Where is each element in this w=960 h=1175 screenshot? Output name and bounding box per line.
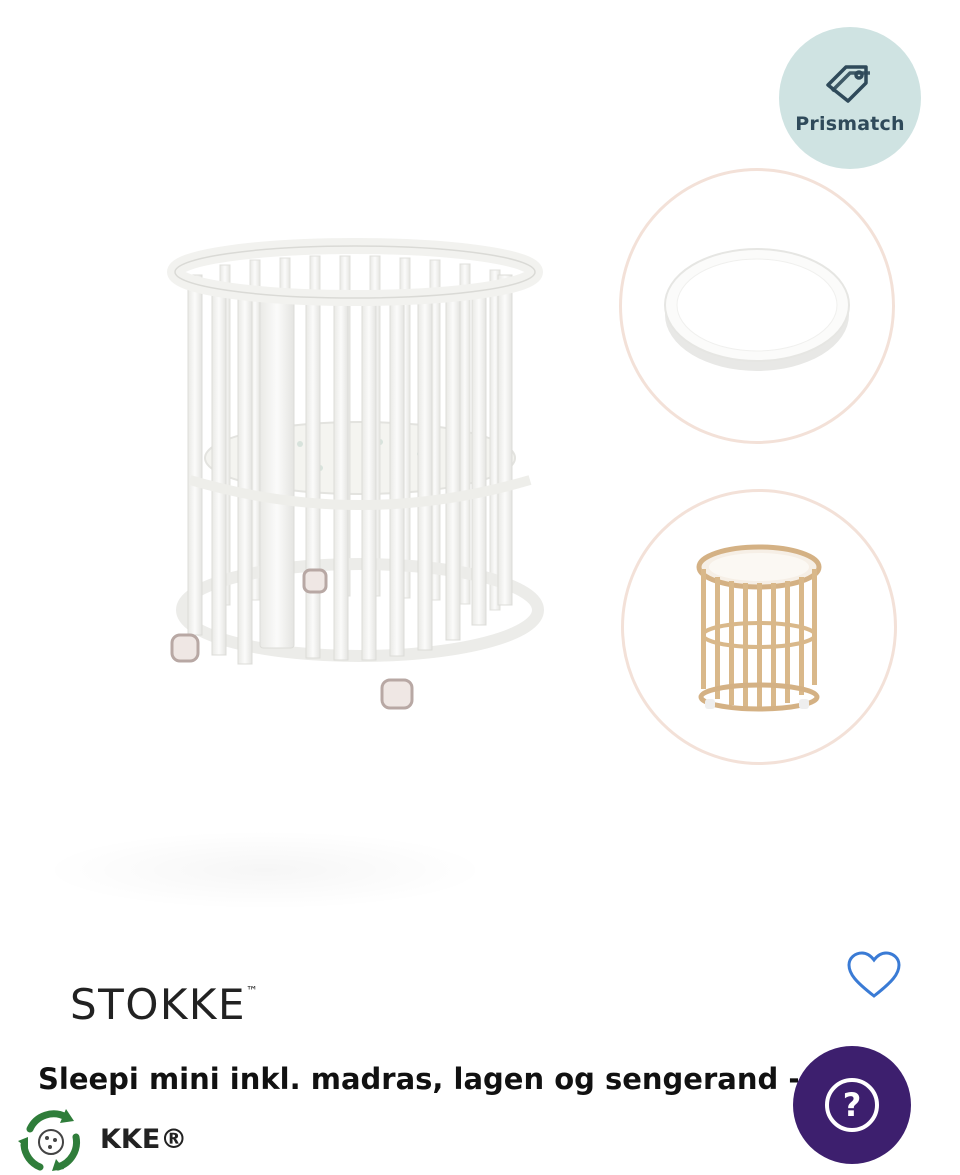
prismatch-label: Prismatch (795, 113, 905, 135)
oval-mattress-image (664, 248, 850, 371)
heart-icon[interactable] (846, 950, 902, 1000)
price-tag-icon (826, 65, 870, 103)
help-symbol: ? (843, 1086, 862, 1124)
natural-crib-image (696, 544, 822, 712)
brand-name: STOKKE (70, 980, 246, 1029)
help-button[interactable]: ? (793, 1046, 911, 1164)
prismatch-badge[interactable]: Prismatch (779, 27, 921, 169)
sub-brand-label: KKE® (100, 1124, 188, 1155)
main-product-image[interactable] (150, 230, 560, 720)
recycle-icon (18, 1109, 80, 1171)
thumbnail-natural-crib[interactable] (621, 489, 897, 765)
thumbnail-mattress[interactable] (619, 168, 895, 444)
brand-logo[interactable]: STOKKE™ (70, 980, 260, 1029)
product-title[interactable]: Sleepi mini inkl. madras, lagen og senge… (38, 1062, 798, 1096)
image-shadow (40, 830, 490, 910)
question-icon: ? (825, 1078, 879, 1132)
brand-mark: ™ (246, 984, 260, 998)
